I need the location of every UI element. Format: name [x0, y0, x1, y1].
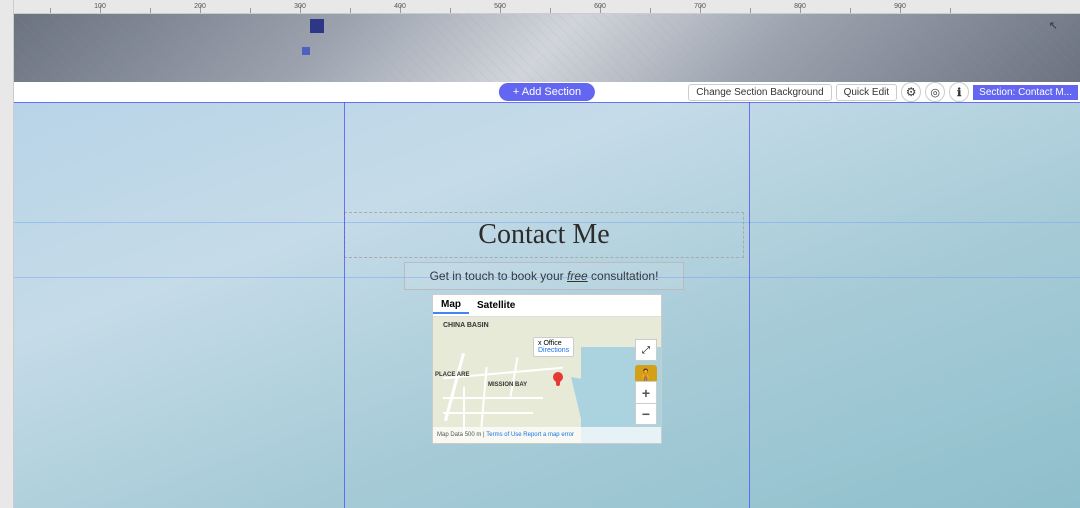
hide-icon-button[interactable]: ◎ [925, 82, 945, 102]
map-data-label: Map Data [437, 432, 463, 438]
logo-square-light [302, 47, 310, 55]
map-popup: x Office Directions [533, 337, 574, 357]
map-expand-button[interactable]: ⤢ [635, 339, 657, 361]
add-section-button[interactable]: + Add Section [499, 83, 595, 101]
inner-guide-h2 [14, 277, 1080, 278]
terms-link[interactable]: Terms of Use [486, 432, 521, 438]
logo-area [310, 19, 326, 41]
settings-icon-button[interactable]: ⚙ [901, 82, 921, 102]
map-container: Map Satellite CHINA BASIN PLACE ARE [432, 294, 662, 444]
guide-line-vertical-right [749, 102, 750, 508]
zoom-in-button[interactable]: + [635, 381, 657, 403]
subtitle-text-after: consultation! [591, 269, 658, 283]
map-tab-satellite[interactable]: Satellite [469, 298, 523, 313]
map-label-place: PLACE ARE [435, 372, 469, 378]
zoom-out-button[interactable]: − [635, 403, 657, 425]
ruler-marks: 100 200 300 400 500 600 700 800 900 [0, 0, 1080, 13]
top-image-section [14, 14, 1080, 82]
ruler-left [0, 0, 14, 508]
inner-guide-h1 [14, 222, 1080, 223]
map-tab-map[interactable]: Map [433, 297, 469, 314]
info-icon-button[interactable]: ℹ [949, 82, 969, 102]
map-distance-label: 500 m [465, 432, 482, 438]
canvas-area: ↖ + Add Section Change Section Backgroun… [14, 14, 1080, 508]
map-zoom-controls: + − [635, 381, 657, 425]
change-background-button[interactable]: Change Section Background [688, 84, 831, 101]
map-road-1 [444, 353, 465, 421]
image-texture-overlay [14, 14, 1080, 82]
contact-title: Contact Me [478, 219, 609, 250]
map-road-4 [443, 397, 543, 399]
quick-edit-button[interactable]: Quick Edit [836, 84, 898, 101]
map-label-mission-bay: MISSION BAY [488, 382, 527, 388]
contact-section: Contact Me Get in touch to book your fre… [14, 102, 1080, 508]
expand-icon: ⤢ [642, 345, 650, 356]
map-label-china-basin: CHINA BASIN [443, 322, 489, 329]
contact-subtitle-wrapper: Get in touch to book your free consultat… [404, 262, 684, 290]
map-visual: CHINA BASIN PLACE ARE MISSION BAY x Offi… [433, 317, 661, 443]
report-link[interactable]: Report a map error [523, 432, 574, 438]
section-toolbar: Change Section Background Quick Edit ⚙ ◎… [688, 82, 1080, 102]
map-footer: Map Data 500 m | Terms of Use Report a m… [433, 427, 661, 443]
directions-link[interactable]: Directions [538, 347, 569, 354]
ruler-top: 100 200 300 400 500 600 700 800 900 [0, 0, 1080, 14]
contact-title-wrapper: Contact Me [344, 212, 744, 258]
contact-subtitle: Get in touch to book your free consultat… [430, 269, 659, 283]
cursor-indicator: ↖ [1049, 19, 1058, 32]
popup-text: x Office [538, 340, 562, 347]
map-marker [553, 372, 563, 386]
guide-line-vertical-left [344, 102, 345, 508]
subtitle-text-before: Get in touch to book your [430, 269, 564, 283]
guide-line-horizontal [14, 102, 1080, 103]
logo-square-dark [310, 19, 324, 33]
map-road-7 [443, 412, 533, 414]
map-toolbar: Map Satellite [433, 295, 661, 317]
map-road-5 [510, 357, 519, 397]
section-label: Section: Contact M... [973, 85, 1078, 100]
subtitle-text-italic: free [567, 269, 588, 283]
